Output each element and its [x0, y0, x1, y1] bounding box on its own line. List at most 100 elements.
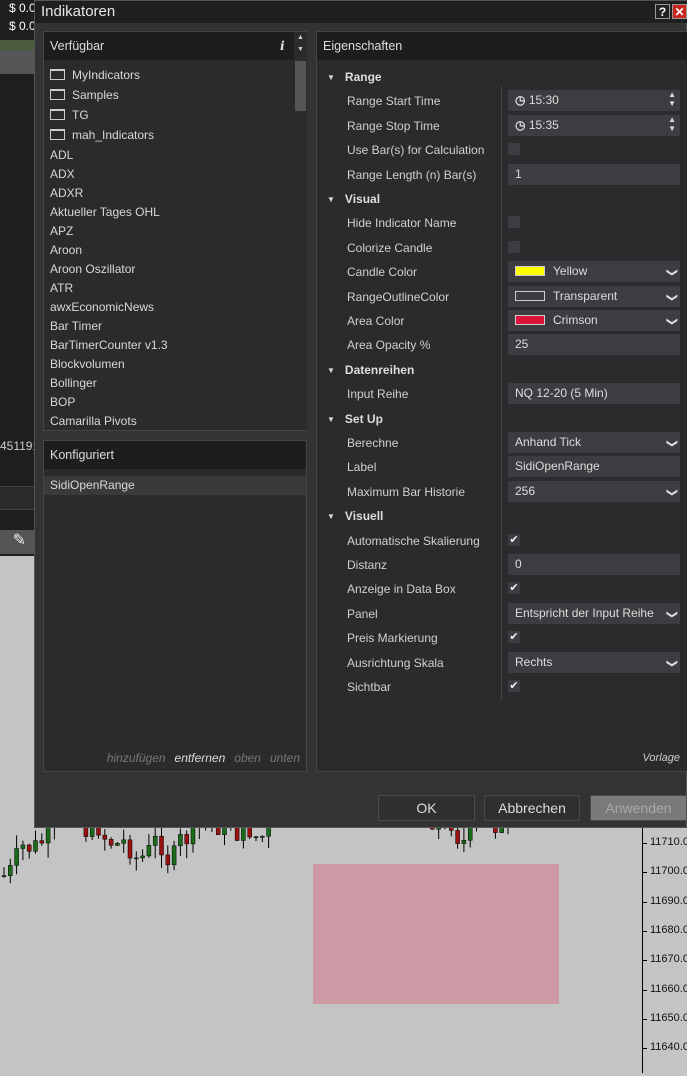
text-field[interactable]: NQ 12-20 (5 Min): [508, 383, 680, 405]
indicator-item[interactable]: BOP: [50, 395, 75, 409]
checkbox[interactable]: ✔: [508, 631, 520, 644]
property-label: Range Length (n) Bar(s): [347, 167, 477, 182]
item-label: ADL: [50, 148, 74, 162]
properties-panel: Eigenschaften Range Range Start Time ◷ 15:…: [316, 31, 687, 772]
item-label: BarTimerCounter v1.3: [50, 338, 168, 352]
property-row: Colorize Candle: [317, 236, 687, 260]
chevron-down-icon[interactable]: ❯: [661, 292, 680, 301]
down-link[interactable]: unten: [270, 751, 300, 765]
indicator-item[interactable]: ADX: [50, 167, 75, 181]
category-label[interactable]: Visuell: [327, 509, 383, 523]
indicator-item[interactable]: Aroon Oszillator: [50, 262, 135, 276]
text-field[interactable]: SidiOpenRange: [508, 456, 680, 478]
item-label: Aroon Oszillator: [50, 262, 136, 276]
indicator-item[interactable]: APZ: [50, 224, 73, 238]
indicator-item[interactable]: ATR: [50, 281, 73, 295]
select-field[interactable]: Anhand Tick ❯: [508, 432, 680, 453]
color-field[interactable]: Transparent ❯: [508, 285, 680, 307]
spinner-icon[interactable]: ▲ ▼: [668, 115, 676, 133]
price-tick: 11700.0: [642, 865, 687, 877]
property-label: Sichtbar: [347, 680, 392, 694]
property-row: Maximum Bar Historie 256 ❯: [317, 480, 687, 504]
candle-body: [165, 854, 171, 866]
chevron-down-icon[interactable]: ❯: [661, 488, 680, 497]
chevron-down-icon[interactable]: ❯: [661, 610, 680, 619]
indicator-item[interactable]: Bar Timer: [50, 319, 102, 333]
indicator-item[interactable]: Blockvolumen: [50, 357, 125, 371]
price-tick: 11670.0: [642, 953, 687, 965]
spinner-icon[interactable]: ▲ ▼: [668, 90, 676, 108]
price-tick-label: 11660.0: [650, 982, 687, 995]
property-label: Automatische Skalierung: [347, 533, 480, 548]
chevron-down-icon[interactable]: ❯: [661, 439, 680, 448]
property-row: Automatische Skalierung ✔: [317, 529, 687, 553]
scrollbar-thumb[interactable]: [295, 61, 306, 111]
checkbox[interactable]: [508, 240, 520, 253]
indicator-item[interactable]: Aktueller Tages OHL: [50, 205, 160, 219]
price-tick: 11680.0: [642, 924, 687, 936]
property-label: Hide Indicator Name: [347, 216, 457, 231]
category-label[interactable]: Visual: [327, 192, 380, 206]
close-button[interactable]: ✕: [672, 4, 687, 19]
indicator-item[interactable]: Bollinger: [50, 376, 97, 390]
apply-button[interactable]: Anwenden: [590, 795, 687, 821]
cancel-button[interactable]: Abbrechen: [484, 795, 580, 821]
select-field[interactable]: Rechts ❯: [508, 651, 680, 673]
category-row[interactable]: Range: [317, 65, 687, 89]
candle-body: [8, 865, 13, 876]
indicator-item[interactable]: Aroon: [50, 243, 82, 257]
folder-icon: [50, 69, 65, 80]
item-label: BOP: [50, 395, 76, 409]
text-field[interactable]: 25: [508, 334, 680, 356]
indicator-item[interactable]: ADL: [50, 148, 73, 162]
item-label: ADX: [50, 167, 75, 181]
indicator-item[interactable]: BarTimerCounter v1.3: [50, 338, 168, 352]
checkbox[interactable]: ✔: [508, 680, 520, 692]
folder-item[interactable]: Samples: [50, 88, 119, 102]
property-row: Ausrichtung Skala Rechts ❯: [317, 651, 687, 675]
chevron-down-icon[interactable]: ❯: [661, 658, 680, 667]
indicator-item[interactable]: ADXR: [50, 186, 83, 200]
indicator-item[interactable]: awxEconomicNews: [50, 300, 154, 314]
info-icon[interactable]: i: [280, 32, 285, 60]
chevron-down-icon[interactable]: ❯: [661, 317, 680, 326]
remove-link[interactable]: entfernen: [175, 751, 226, 765]
up-link[interactable]: oben: [234, 751, 261, 765]
property-label: Use Bar(s) for Calculation: [347, 143, 485, 158]
folder-item[interactable]: TG: [50, 108, 89, 122]
folder-item[interactable]: MyIndicators: [50, 68, 140, 82]
category-label[interactable]: Range: [327, 70, 382, 84]
property-row: Range Start Time ◷ 15:30 ▲ ▼: [317, 89, 687, 113]
select-field[interactable]: 256 ❯: [508, 480, 680, 502]
time-field[interactable]: ◷ 15:35 ▲ ▼: [508, 114, 680, 136]
scrollbar[interactable]: ▲ ▼: [294, 32, 307, 430]
checkbox[interactable]: [508, 143, 520, 156]
checkbox[interactable]: [508, 216, 520, 229]
category-label[interactable]: Set Up: [327, 412, 383, 426]
time-field[interactable]: ◷ 15:30 ▲ ▼: [508, 90, 680, 112]
folder-item[interactable]: mah_Indicators: [50, 128, 154, 142]
select-field[interactable]: Entspricht der Input Reihe ❯: [508, 602, 680, 624]
indicator-item[interactable]: Camarilla Pivots: [50, 414, 137, 428]
ok-button[interactable]: OK: [378, 795, 475, 821]
color-field[interactable]: Yellow ❯: [508, 261, 680, 283]
add-link[interactable]: hinzufügen: [107, 751, 166, 765]
configured-item[interactable]: SidiOpenRange: [44, 476, 306, 495]
category-row[interactable]: Visuell: [317, 504, 687, 528]
text-field[interactable]: 0: [508, 554, 680, 575]
help-button[interactable]: ?: [655, 4, 670, 19]
pencil-icon[interactable]: ✎: [0, 530, 34, 554]
text-field[interactable]: 1: [508, 163, 680, 185]
price-tick-label: 11690.0: [650, 894, 687, 907]
category-row[interactable]: Datenreihen: [317, 358, 687, 382]
category-row[interactable]: Set Up: [317, 407, 687, 431]
checkbox[interactable]: ✔: [508, 533, 520, 546]
color-field[interactable]: Crimson ❯: [508, 310, 680, 331]
category-label[interactable]: Datenreihen: [327, 363, 414, 377]
category-row[interactable]: Visual: [317, 187, 687, 211]
chevron-down-icon[interactable]: ❯: [661, 268, 680, 277]
field-value: 25: [515, 337, 529, 352]
checkbox[interactable]: ✔: [508, 582, 520, 595]
title-bar[interactable]: Indikatoren ? ✕: [35, 1, 687, 23]
template-link[interactable]: Vorlage: [642, 752, 680, 764]
